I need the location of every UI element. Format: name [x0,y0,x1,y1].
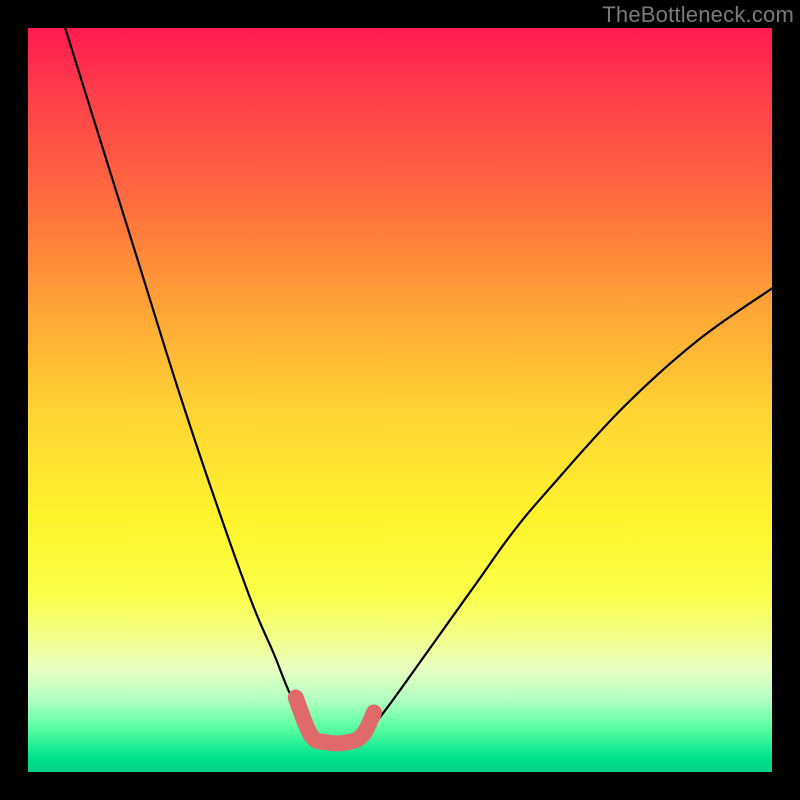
plot-area [28,28,772,772]
highlight-segment [296,698,374,744]
right-curve [363,288,772,734]
chart-frame: TheBottleneck.com [0,0,800,800]
watermark-text: TheBottleneck.com [602,2,794,28]
left-curve [65,28,314,735]
curves-layer [28,28,772,772]
